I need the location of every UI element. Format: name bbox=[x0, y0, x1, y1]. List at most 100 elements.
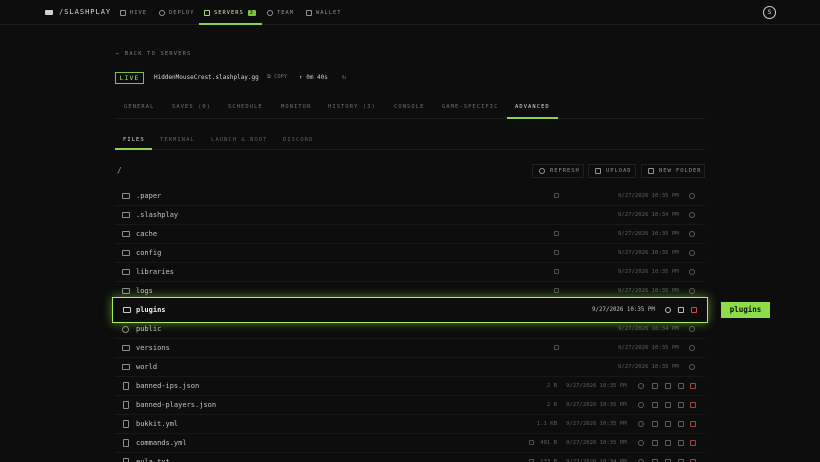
file-name: banned-players.json bbox=[136, 401, 217, 409]
rename-icon[interactable] bbox=[678, 402, 684, 408]
table-row[interactable]: .slashplay 9/27/2026 10:34 PM bbox=[115, 206, 705, 225]
info-icon[interactable] bbox=[689, 345, 695, 351]
download-icon[interactable] bbox=[665, 383, 671, 389]
brand[interactable]: /SLASHPLAY bbox=[45, 8, 111, 16]
refresh-icon[interactable]: ↻ bbox=[342, 73, 346, 81]
info-icon[interactable] bbox=[689, 288, 695, 294]
download-icon[interactable] bbox=[665, 421, 671, 427]
table-row[interactable]: commands.yml 491 B 9/27/2026 10:35 PM bbox=[115, 434, 705, 453]
file-size: 2 B bbox=[546, 402, 557, 408]
servers-icon bbox=[204, 10, 210, 16]
refresh-button[interactable]: REFRESH bbox=[532, 164, 584, 178]
copy-hostname-button[interactable]: ⧉ COPY bbox=[267, 74, 287, 81]
back-to-servers-link[interactable]: ← BACK TO SERVERS bbox=[116, 51, 192, 57]
edit-icon[interactable] bbox=[652, 383, 658, 389]
subtab-discord[interactable]: DISCORD bbox=[283, 137, 313, 143]
folder-icon bbox=[122, 212, 130, 218]
tab-general[interactable]: GENERAL bbox=[124, 104, 154, 110]
subtab-terminal[interactable]: TERMINAL bbox=[160, 137, 195, 143]
table-row[interactable]: banned-players.json 2 B 9/27/2026 10:35 PM bbox=[115, 396, 705, 415]
wallet-icon bbox=[306, 10, 312, 16]
file-name: .slashplay bbox=[136, 211, 179, 219]
delete-icon[interactable] bbox=[690, 383, 696, 389]
nav-item-servers[interactable]: SERVERS 3 bbox=[204, 7, 256, 19]
tab-schedule[interactable]: SCHEDULE bbox=[228, 104, 263, 110]
delete-icon[interactable] bbox=[690, 402, 696, 408]
avatar[interactable]: S bbox=[763, 6, 776, 19]
nav-item-team[interactable]: TEAM bbox=[267, 7, 294, 19]
info-icon[interactable] bbox=[638, 421, 644, 427]
file-date: 9/27/2026 10:35 PM bbox=[566, 402, 627, 408]
table-row[interactable]: cache 9/27/2026 10:35 PM bbox=[115, 225, 705, 244]
file-name: config bbox=[136, 249, 162, 257]
subtab-launch-boot[interactable]: LAUNCH & BOOT bbox=[211, 137, 268, 143]
subtab-files[interactable]: FILES bbox=[123, 137, 145, 143]
download-icon[interactable] bbox=[665, 402, 671, 408]
lock-icon bbox=[554, 345, 559, 350]
file-name: versions bbox=[136, 344, 170, 352]
info-icon[interactable] bbox=[689, 193, 695, 199]
folder-icon bbox=[122, 250, 130, 256]
table-row[interactable]: banned-ips.json 2 B 9/27/2026 10:35 PM bbox=[115, 377, 705, 396]
delete-icon[interactable] bbox=[690, 421, 696, 427]
file-date: 9/27/2026 10:35 PM bbox=[566, 440, 627, 446]
file-name: .paper bbox=[136, 192, 162, 200]
info-icon[interactable] bbox=[638, 383, 644, 389]
rename-icon[interactable] bbox=[678, 440, 684, 446]
file-size: 491 B bbox=[540, 440, 557, 446]
info-icon[interactable] bbox=[665, 307, 671, 313]
edit-icon[interactable] bbox=[652, 402, 658, 408]
current-path: / bbox=[117, 166, 122, 175]
delete-icon[interactable] bbox=[691, 307, 697, 313]
server-tabs: GENERAL SAVES (0) SCHEDULE MONITOR HISTO… bbox=[115, 100, 705, 119]
info-icon[interactable] bbox=[638, 402, 644, 408]
tab-console[interactable]: CONSOLE bbox=[394, 104, 424, 110]
table-row[interactable]: .paper 9/27/2026 10:35 PM bbox=[115, 187, 705, 206]
table-row[interactable]: versions 9/27/2026 10:35 PM bbox=[115, 339, 705, 358]
tab-monitor[interactable]: MONITOR bbox=[281, 104, 311, 110]
refresh-icon bbox=[539, 168, 545, 174]
folder-icon bbox=[123, 307, 131, 313]
lock-icon bbox=[554, 231, 559, 236]
info-icon[interactable] bbox=[638, 440, 644, 446]
nav-item-wallet[interactable]: WALLET bbox=[306, 7, 341, 19]
table-row[interactable]: config 9/27/2026 10:35 PM bbox=[115, 244, 705, 263]
delete-icon[interactable] bbox=[690, 440, 696, 446]
info-icon[interactable] bbox=[689, 326, 695, 332]
rename-icon[interactable] bbox=[678, 421, 684, 427]
file-date: 9/27/2026 10:34 PM bbox=[618, 212, 679, 218]
tab-history[interactable]: HISTORY (3) bbox=[328, 104, 376, 110]
table-row[interactable]: bukkit.yml 1.1 KB 9/27/2026 10:35 PM bbox=[115, 415, 705, 434]
info-icon[interactable] bbox=[689, 364, 695, 370]
info-icon[interactable] bbox=[689, 269, 695, 275]
file-date: 9/27/2026 10:35 PM bbox=[618, 269, 679, 275]
folder-plus-icon bbox=[648, 168, 654, 174]
file-name: logs bbox=[136, 287, 153, 295]
folder-icon bbox=[122, 345, 130, 351]
table-row[interactable]: libraries 9/27/2026 10:35 PM bbox=[115, 263, 705, 282]
table-row[interactable]: world 9/27/2026 10:35 PM bbox=[115, 358, 705, 377]
highlighted-file-row[interactable]: plugins 9/27/2026 10:35 PM bbox=[112, 297, 708, 323]
file-name: plugins bbox=[136, 306, 166, 314]
folder-icon bbox=[122, 231, 130, 237]
folder-icon bbox=[122, 288, 130, 294]
edit-icon[interactable] bbox=[652, 421, 658, 427]
top-nav-bar: /SLASHPLAY HIVE DEPLOY SERVERS 3 TEAM WA… bbox=[0, 0, 820, 25]
table-row[interactable]: eula.txt 133 B 9/27/2026 10:34 PM bbox=[115, 453, 705, 462]
nav-item-hive[interactable]: HIVE bbox=[120, 7, 147, 19]
info-icon[interactable] bbox=[689, 250, 695, 256]
lock-icon bbox=[554, 269, 559, 274]
edit-icon[interactable] bbox=[652, 440, 658, 446]
tab-game-specific[interactable]: GAME-SPECIFIC bbox=[442, 104, 499, 110]
tab-saves[interactable]: SAVES (0) bbox=[172, 104, 211, 110]
info-icon[interactable] bbox=[689, 212, 695, 218]
info-icon[interactable] bbox=[689, 231, 695, 237]
nav-item-deploy[interactable]: DEPLOY bbox=[159, 7, 194, 19]
download-icon[interactable] bbox=[665, 440, 671, 446]
upload-button[interactable]: UPLOAD bbox=[588, 164, 636, 178]
tab-advanced[interactable]: ADVANCED bbox=[515, 104, 550, 110]
lock-icon bbox=[554, 288, 559, 293]
rename-icon[interactable] bbox=[678, 383, 684, 389]
edit-icon[interactable] bbox=[678, 307, 684, 313]
new-folder-button[interactable]: NEW FOLDER bbox=[641, 164, 705, 178]
